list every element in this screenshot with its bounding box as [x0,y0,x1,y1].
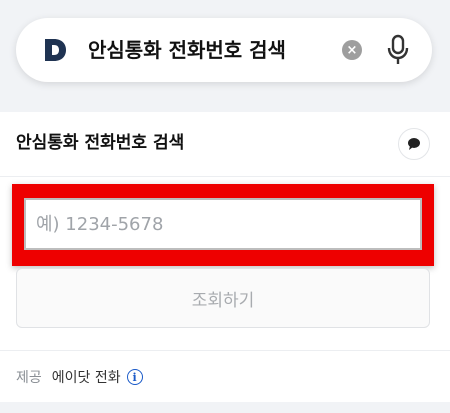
divider [0,350,450,351]
info-icon[interactable]: i [126,369,143,385]
highlighted-input-area [12,184,434,266]
phone-number-input[interactable] [24,198,422,250]
lookup-button[interactable]: 조회하기 [16,268,430,328]
daum-logo-icon[interactable] [40,35,70,65]
provider-name: 에이닷 전화 [51,370,121,386]
search-bar[interactable]: 안심통화 전화번호 검색 × [16,18,432,82]
provider-label: 제공 [16,370,42,386]
widget-title: 안심통화 전화번호 검색 [16,133,185,153]
provider-info: 제공 에이닷 전화 i [16,367,143,387]
safe-call-widget: 안심통화 전화번호 검색 조회하기 제공 에이닷 전화 i [0,112,450,402]
feedback-icon[interactable] [398,128,430,160]
search-header: 안심통화 전화번호 검색 × [0,0,450,104]
search-query-text[interactable]: 안심통화 전화번호 검색 [88,18,286,82]
divider [0,176,450,177]
mic-icon[interactable] [386,34,410,66]
clear-icon[interactable]: × [342,40,362,60]
